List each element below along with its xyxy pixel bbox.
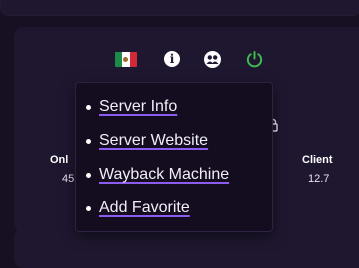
server-action-bar: i	[0, 50, 359, 70]
bullet-icon	[86, 172, 91, 178]
bullet-icon	[86, 104, 91, 110]
online-label: Onl	[50, 154, 69, 166]
server-options-dropdown: Server Info Server Website Wayback Machi…	[75, 82, 273, 232]
previous-server-card	[0, 0, 359, 16]
server-website-link[interactable]: Server Website	[99, 132, 208, 150]
bullet-icon	[86, 138, 91, 144]
mexico-flag-icon	[115, 52, 137, 67]
client-label: Client	[302, 154, 333, 166]
power-icon[interactable]	[245, 50, 264, 69]
online-value: 45	[62, 173, 75, 185]
menu-item-server-website[interactable]: Server Website	[86, 131, 208, 151]
menu-item-wayback-machine[interactable]: Wayback Machine	[86, 165, 229, 185]
menu-item-add-favorite[interactable]: Add Favorite	[86, 198, 190, 218]
server-info-link[interactable]: Server Info	[99, 98, 177, 116]
wayback-machine-link[interactable]: Wayback Machine	[99, 166, 229, 184]
bullet-icon	[86, 205, 91, 211]
users-icon[interactable]	[204, 51, 221, 68]
info-icon[interactable]: i	[164, 51, 180, 67]
add-favorite-link[interactable]: Add Favorite	[99, 199, 190, 217]
next-server-card	[14, 228, 359, 268]
menu-item-server-info[interactable]: Server Info	[86, 97, 177, 117]
client-value: 12.7	[308, 173, 330, 185]
